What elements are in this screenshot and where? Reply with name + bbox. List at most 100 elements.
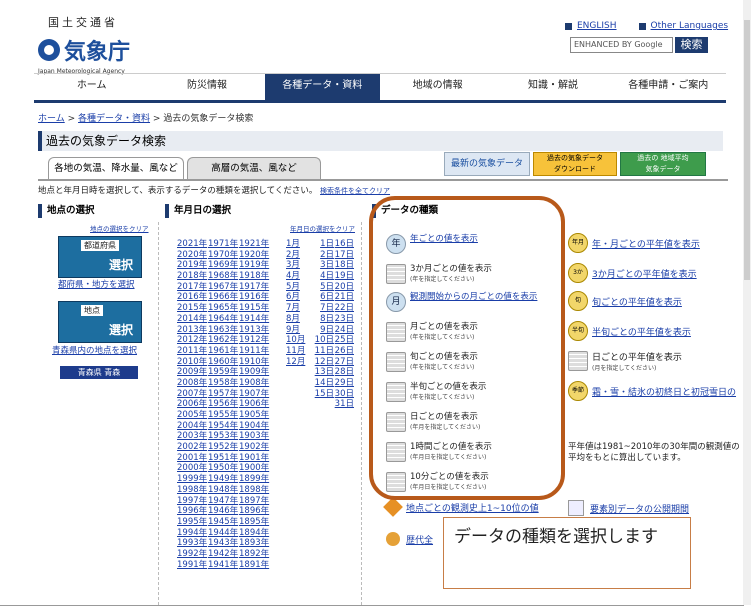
month-link[interactable]: 3月 [286, 258, 305, 270]
day-link[interactable]: 23日 [334, 312, 354, 324]
clear-location-link[interactable]: 地点の選択をクリア [90, 223, 149, 233]
year-link[interactable]: 1966年 [208, 290, 239, 302]
year-link[interactable]: 1893年 [239, 536, 270, 548]
year-link[interactable]: 1902年 [239, 440, 270, 452]
point-select-button[interactable]: 地点 選択 [58, 301, 142, 343]
year-link[interactable]: 1920年 [239, 248, 270, 260]
year-link[interactable]: 1891年 [239, 558, 270, 570]
year-link[interactable]: 1962年 [208, 333, 239, 345]
scrollbar-thumb[interactable] [744, 20, 750, 280]
year-link[interactable]: 1899年 [239, 472, 270, 484]
nav-disaster-info[interactable]: 防災情報 [149, 74, 264, 100]
month-link[interactable]: 11月 [286, 344, 305, 356]
year-link[interactable]: 1946年 [208, 504, 239, 516]
year-link[interactable]: 1954年 [208, 419, 239, 431]
year-link[interactable]: 2001年 [177, 451, 208, 463]
day-link[interactable]: 3日 [314, 258, 334, 270]
year-link[interactable]: 1892年 [239, 547, 270, 559]
year-link[interactable]: 2000年 [177, 461, 208, 473]
year-link[interactable]: 1994年 [177, 526, 208, 538]
month-link[interactable]: 12月 [286, 355, 305, 367]
day-link[interactable]: 31日 [334, 397, 354, 409]
nav-applications[interactable]: 各種申請・ご案内 [611, 74, 726, 100]
year-link[interactable]: 1919年 [239, 258, 270, 270]
day-link[interactable]: 13日 [314, 365, 334, 377]
year-link[interactable]: 1960年 [208, 355, 239, 367]
day-link[interactable]: 16日 [334, 237, 354, 249]
breadcrumb-home[interactable]: ホーム [38, 114, 65, 124]
year-link[interactable]: 1913年 [239, 323, 270, 335]
year-link[interactable]: 1964年 [208, 312, 239, 324]
regional-average-banner[interactable]: 過去の 地域平均 気象データ [620, 152, 706, 176]
year-link[interactable]: 1900年 [239, 461, 270, 473]
year-link[interactable]: 1997年 [177, 494, 208, 506]
year-link[interactable]: 1910年 [239, 355, 270, 367]
publication-period-link[interactable]: 要素別データの公開期間 [568, 500, 689, 516]
day-link[interactable]: 28日 [334, 365, 354, 377]
year-link[interactable]: 1947年 [208, 494, 239, 506]
year-link[interactable]: 2019年 [177, 258, 208, 270]
nav-home[interactable]: ホーム [34, 74, 149, 100]
year-link[interactable]: 1911年 [239, 344, 270, 356]
day-link[interactable]: 7日 [314, 301, 334, 313]
year-link[interactable]: 1967年 [208, 280, 239, 292]
search-button[interactable]: 検索 [675, 37, 708, 53]
year-link[interactable]: 1906年 [239, 397, 270, 409]
day-link[interactable]: 21日 [334, 290, 354, 302]
year-link[interactable]: 1942年 [208, 547, 239, 559]
year-link[interactable]: 1916年 [239, 290, 270, 302]
day-link[interactable]: 27日 [334, 355, 354, 367]
year-link[interactable]: 1965年 [208, 301, 239, 313]
month-link[interactable]: 7月 [286, 301, 305, 313]
year-link[interactable]: 1955年 [208, 408, 239, 420]
year-link[interactable]: 2006年 [177, 397, 208, 409]
download-banner[interactable]: 過去の気象データ ダウンロード [533, 152, 617, 176]
day-link[interactable]: 12日 [314, 355, 334, 367]
normals-label[interactable]: 霜・雪・結氷の初終日と初冠雪日の [592, 385, 736, 398]
year-link[interactable]: 1991年 [177, 558, 208, 570]
day-link[interactable]: 24日 [334, 323, 354, 335]
year-link[interactable]: 2021年 [177, 237, 208, 249]
other-languages-link[interactable]: Other Languages [638, 21, 728, 31]
year-link[interactable]: 1903年 [239, 429, 270, 441]
year-link[interactable]: 1898年 [239, 483, 270, 495]
day-link[interactable]: 22日 [334, 301, 354, 313]
year-link[interactable]: 1944年 [208, 526, 239, 538]
month-link[interactable]: 6月 [286, 290, 305, 302]
year-link[interactable]: 2015年 [177, 301, 208, 313]
year-link[interactable]: 2007年 [177, 387, 208, 399]
year-link[interactable]: 1996年 [177, 504, 208, 516]
historical-link[interactable]: 歴代全 [386, 532, 433, 546]
year-link[interactable]: 1918年 [239, 269, 270, 281]
day-link[interactable]: 17日 [334, 248, 354, 260]
month-link[interactable]: 9月 [286, 323, 305, 335]
year-link[interactable]: 2008年 [177, 376, 208, 388]
year-link[interactable]: 1998年 [177, 483, 208, 495]
month-link[interactable]: 1月 [286, 237, 305, 249]
month-link[interactable]: 10月 [286, 333, 305, 345]
year-link[interactable]: 1992年 [177, 547, 208, 559]
month-link[interactable]: 4月 [286, 269, 305, 281]
year-link[interactable]: 1896年 [239, 504, 270, 516]
year-link[interactable]: 2016年 [177, 290, 208, 302]
year-link[interactable]: 1969年 [208, 258, 239, 270]
year-link[interactable]: 1958年 [208, 376, 239, 388]
year-link[interactable]: 1949年 [208, 472, 239, 484]
year-link[interactable]: 2014年 [177, 312, 208, 324]
day-link[interactable]: 10日 [314, 333, 334, 345]
month-link[interactable]: 2月 [286, 248, 305, 260]
clear-all-link[interactable]: 検索条件を全てクリア [320, 187, 390, 195]
normals-label[interactable]: 年・月ごとの平年値を表示 [592, 237, 700, 250]
month-link[interactable]: 8月 [286, 312, 305, 324]
year-link[interactable]: 1905年 [239, 408, 270, 420]
normals-label[interactable]: 旬ごとの平年値を表示 [592, 295, 682, 308]
year-link[interactable]: 2012年 [177, 333, 208, 345]
month-link[interactable]: 5月 [286, 280, 305, 292]
year-link[interactable]: 2017年 [177, 280, 208, 292]
day-link[interactable]: 25日 [334, 333, 354, 345]
year-link[interactable]: 2013年 [177, 323, 208, 335]
year-link[interactable]: 1901年 [239, 451, 270, 463]
year-link[interactable]: 1904年 [239, 419, 270, 431]
year-link[interactable]: 2010年 [177, 355, 208, 367]
ranking-link[interactable]: 地点ごとの観測史上1~10位の値 [383, 497, 539, 517]
